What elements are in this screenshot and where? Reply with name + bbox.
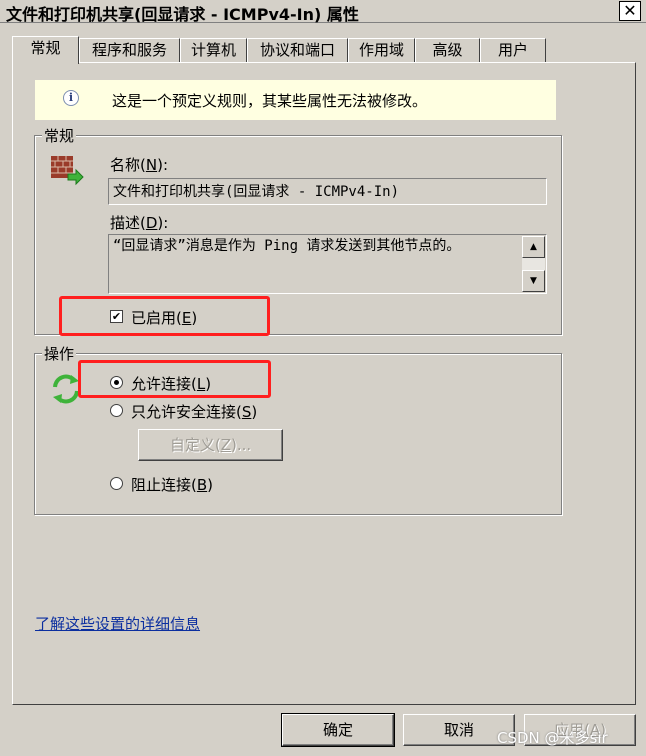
info-text: 这是一个预定义规则，其某些属性无法被修改。 xyxy=(112,92,428,110)
block-connection-label: 阻止连接(B) xyxy=(131,476,214,494)
tab-label: 高级 xyxy=(432,41,463,59)
general-group-title: 常规 xyxy=(42,125,77,146)
description-scrollbar[interactable]: ▲ ▼ xyxy=(522,236,545,292)
info-icon: i xyxy=(63,90,79,106)
tab-programs-services[interactable]: 程序和服务 xyxy=(79,38,180,62)
window-title: 文件和打印机共享(回显请求 - ICMPv4-In) 属性 xyxy=(6,5,359,24)
name-label: 名称(N): xyxy=(110,156,168,174)
customize-button[interactable]: 自定义(Z)... xyxy=(138,429,283,461)
tab-general[interactable]: 常规 xyxy=(12,36,79,64)
info-bar: i 这是一个预定义规则，其某些属性无法被修改。 xyxy=(35,80,556,120)
close-button[interactable]: ✕ xyxy=(619,1,641,21)
description-text: “回显请求”消息是作为 Ping 请求发送到其他节点的。 xyxy=(113,238,461,254)
tab-users[interactable]: 用户 xyxy=(480,38,546,62)
allow-secure-radio[interactable] xyxy=(110,404,123,417)
tab-advanced[interactable]: 高级 xyxy=(415,38,480,62)
close-icon: ✕ xyxy=(623,1,637,20)
tab-strip: 常规 程序和服务 计算机 协议和端口 作用域 高级 用户 xyxy=(0,36,646,64)
name-field[interactable]: 文件和打印机共享(回显请求 - ICMPv4-In) xyxy=(108,178,547,205)
allow-highlight-box xyxy=(78,360,271,398)
tab-label: 程序和服务 xyxy=(91,41,167,59)
tab-label: 计算机 xyxy=(190,41,236,59)
title-bar: 文件和打印机共享(回显请求 - ICMPv4-In) 属性 ✕ xyxy=(0,0,646,24)
description-label: 描述(D): xyxy=(110,214,169,232)
firewall-brick-icon xyxy=(51,156,84,186)
ok-button[interactable]: 确定 xyxy=(281,713,395,747)
allow-secure-label: 只允许安全连接(S) xyxy=(131,403,258,421)
scroll-up-arrow-icon[interactable]: ▲ xyxy=(522,236,545,258)
tab-label: 作用域 xyxy=(358,41,404,59)
enabled-highlight-box xyxy=(59,296,270,336)
watermark-text: CSDN @米多sir xyxy=(497,729,608,747)
description-field[interactable]: “回显请求”消息是作为 Ping 请求发送到其他节点的。 xyxy=(108,234,547,294)
tab-scope[interactable]: 作用域 xyxy=(348,38,415,62)
tab-computers[interactable]: 计算机 xyxy=(180,38,247,62)
tab-label: 用户 xyxy=(497,41,528,59)
tab-label: 协议和端口 xyxy=(259,41,335,59)
action-group-title: 操作 xyxy=(42,343,77,364)
tab-label: 常规 xyxy=(30,39,61,57)
block-connection-radio[interactable] xyxy=(110,477,123,490)
tab-protocols-ports[interactable]: 协议和端口 xyxy=(247,38,348,62)
learn-more-link[interactable]: 了解这些设置的详细信息 xyxy=(35,613,200,634)
scroll-down-arrow-icon[interactable]: ▼ xyxy=(522,270,545,292)
